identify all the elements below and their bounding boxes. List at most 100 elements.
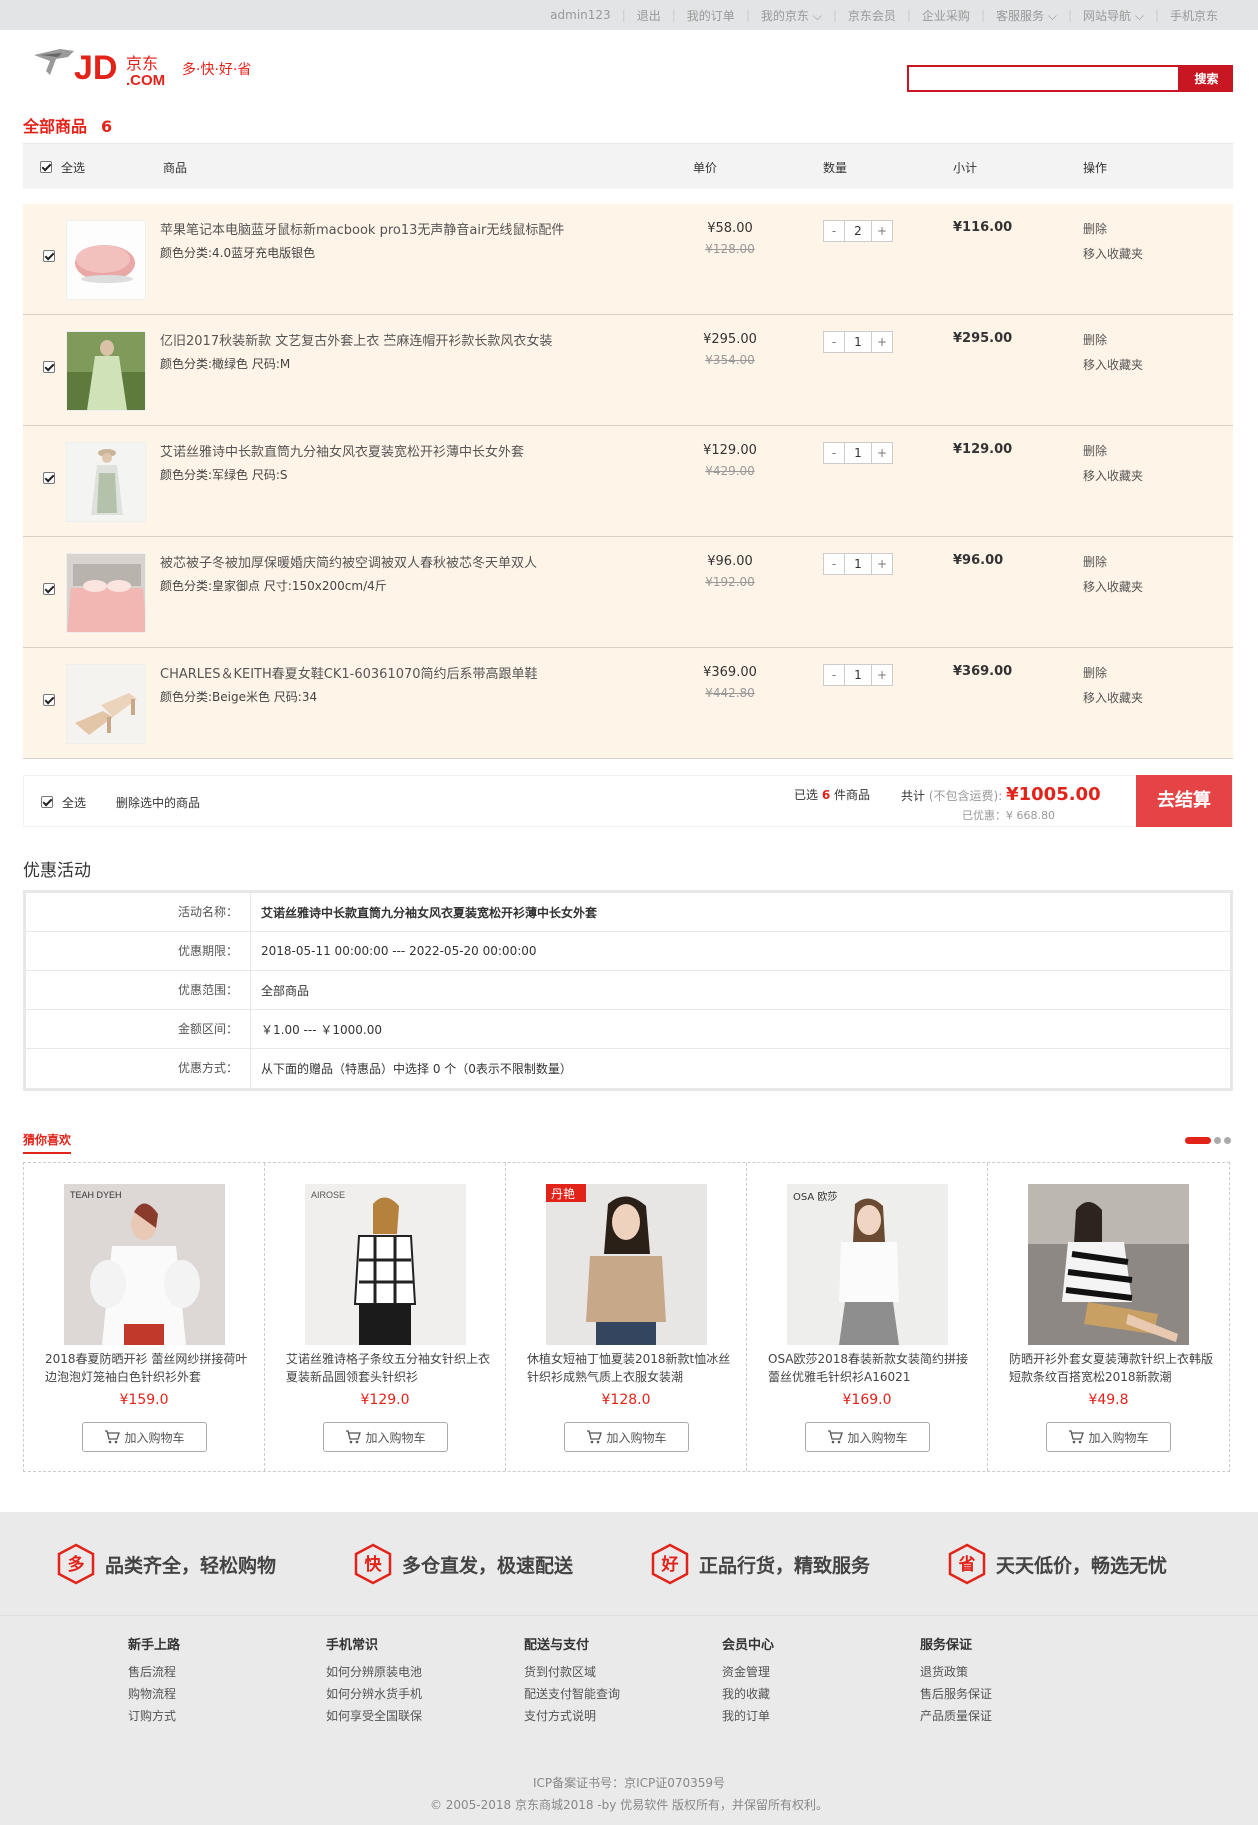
top-link-enterprise[interactable]: 企业采购 [911,7,981,24]
jd-dog-logo-icon: JD 京东 .COM 多·快·好·省 [34,49,251,89]
recommend-name[interactable]: 2018春夏防晒开衫 蕾丝网纱拼接荷叶边泡泡灯笼袖白色针织衫外套 [45,1350,249,1386]
row-checkbox[interactable] [43,583,55,595]
qty-value[interactable]: 1 [844,665,872,685]
recommend-name[interactable]: 休植女短袖丁恤夏装2018新款t恤冰丝针织衫成熟气质上衣服女装潮 [527,1350,731,1386]
footer-link[interactable]: 配送支付智能查询 [524,1683,722,1705]
recommend-image[interactable]: 丹艳 [546,1184,707,1345]
select-all-checkbox[interactable] [40,161,52,173]
top-link-jd-member[interactable]: 京东会员 [837,7,907,24]
top-link-my-orders[interactable]: 我的订单 [676,7,746,24]
move-to-favorites-link[interactable]: 移入收藏夹 [1083,356,1143,373]
bottom-select-all-checkbox[interactable] [41,796,53,808]
move-to-favorites-link[interactable]: 移入收藏夹 [1083,578,1143,595]
footer-link[interactable]: 资金管理 [722,1661,920,1683]
top-link-username[interactable]: admin123 [539,8,622,22]
row-checkbox[interactable] [43,472,55,484]
row-checkbox[interactable] [43,250,55,262]
qty-value[interactable]: 1 [844,443,872,463]
top-link-my-jd[interactable]: 我的京东 ⌵ [750,7,833,24]
qty-value[interactable]: 1 [844,554,872,574]
delete-link[interactable]: 删除 [1083,331,1107,348]
footer-link[interactable]: 如何分辨原装电池 [326,1661,524,1683]
top-link-logout[interactable]: 退出 [626,7,672,24]
product-name[interactable]: 被芯被子冬被加厚保暖婚庆简约被空调被双人春秋被芯冬天单双人 [160,552,537,571]
qty-value[interactable]: 2 [844,221,872,241]
promo-table: 活动名称： 艾诺丝雅诗中长款直筒九分袖女风衣夏装宽松开衫薄中长女外套 优惠期限： 2… [23,890,1233,1091]
carousel-dot[interactable] [1214,1137,1221,1144]
footer-link[interactable]: 订购方式 [128,1705,326,1727]
checkout-button[interactable]: 去结算 [1136,775,1232,827]
row-checkbox[interactable] [43,361,55,373]
footer-link[interactable]: 如何享受全国联保 [326,1705,524,1727]
cart-row: 被芯被子冬被加厚保暖婚庆简约被空调被双人春秋被芯冬天单双人 颜色分类:皇家御点 … [23,537,1233,648]
add-to-cart-button[interactable]: 加入购物车 [323,1422,448,1452]
footer-link[interactable]: 购物流程 [128,1683,326,1705]
footer-link[interactable]: 如何分辨水货手机 [326,1683,524,1705]
delete-link[interactable]: 删除 [1083,664,1107,681]
delete-selected-link[interactable]: 删除选中的商品 [116,794,200,811]
header-select-all[interactable]: 全选 [61,159,85,176]
recommend-image[interactable]: TEAH DYEH [64,1184,225,1345]
qty-minus-button[interactable]: - [824,554,844,574]
qty-minus-button[interactable]: - [824,443,844,463]
recommend-name[interactable]: 防晒开衫外套女夏装薄款针织上衣韩版短款条纹百搭宽松2018新款潮 [1009,1350,1213,1386]
qty-value[interactable]: 1 [844,332,872,352]
footer-link[interactable]: 我的收藏 [722,1683,920,1705]
recommend-name[interactable]: OSA欧莎2018春装新款女装简约拼接蕾丝优雅毛针织衫A16021 [768,1350,972,1386]
product-name[interactable]: CHARLES＆KEITH春夏女鞋CK1-60361070简约后系带高跟单鞋 [160,663,538,682]
product-image-heels[interactable] [66,664,146,744]
top-link-customer-service[interactable]: 客服服务 ⌵ [985,7,1068,24]
move-to-favorites-link[interactable]: 移入收藏夹 [1083,245,1143,262]
move-to-favorites-link[interactable]: 移入收藏夹 [1083,467,1143,484]
add-to-cart-button[interactable]: 加入购物车 [82,1422,207,1452]
qty-plus-button[interactable]: + [872,554,892,574]
slogan-item: 快 多仓直发，极速配送 [354,1512,651,1616]
search-input[interactable] [907,65,1180,92]
product-name[interactable]: 苹果笔记本电脑蓝牙鼠标新macbook pro13无声静音air无线鼠标配件 [160,219,564,238]
delete-link[interactable]: 删除 [1083,220,1107,237]
add-to-cart-button[interactable]: 加入购物车 [564,1422,689,1452]
qty-plus-button[interactable]: + [872,332,892,352]
add-to-cart-button[interactable]: 加入购物车 [1046,1422,1171,1452]
footer-link[interactable]: 售后流程 [128,1661,326,1683]
carousel-dot-active[interactable] [1185,1137,1211,1144]
product-image-quilt[interactable] [66,553,146,633]
recommend-image[interactable] [1028,1184,1189,1345]
qty-minus-button[interactable]: - [824,665,844,685]
qty-minus-button[interactable]: - [824,332,844,352]
move-to-favorites-link[interactable]: 移入收藏夹 [1083,689,1143,706]
delete-link[interactable]: 删除 [1083,442,1107,459]
search-button[interactable]: 搜索 [1180,65,1233,92]
footer-link[interactable]: 我的订单 [722,1705,920,1727]
recommend-image[interactable]: OSA 欧莎 [787,1184,948,1345]
recommend-image[interactable]: AIROSE [305,1184,466,1345]
product-name[interactable]: 艾诺丝雅诗中长款直筒九分袖女风衣夏装宽松开衫薄中长女外套 [160,441,524,460]
qty-plus-button[interactable]: + [872,443,892,463]
svg-text:好: 好 [661,1554,679,1575]
footer-column: 新手上路 售后流程 购物流程 订购方式 [128,1634,326,1727]
carousel-dots [1185,1137,1231,1144]
jd-logo[interactable]: JD 京东 .COM 多·快·好·省 [30,45,290,90]
recommend-price: ¥128.0 [601,1392,651,1408]
qty-minus-button[interactable]: - [824,221,844,241]
carousel-dot[interactable] [1224,1137,1231,1144]
product-image-dress-coat[interactable] [66,442,146,522]
bottom-select-all-label[interactable]: 全选 [62,794,86,811]
top-link-mobile-jd[interactable]: 手机京东 [1159,7,1229,24]
delete-link[interactable]: 删除 [1083,553,1107,570]
product-image-mouse[interactable] [66,220,146,300]
product-name[interactable]: 亿旧2017秋装新款 文艺复古外套上衣 苎麻连帽开衫款长款风衣女装 [160,330,552,349]
row-checkbox[interactable] [43,694,55,706]
recommend-price: ¥169.0 [842,1392,892,1408]
qty-plus-button[interactable]: + [872,665,892,685]
product-image-coat[interactable] [66,331,146,411]
footer-link[interactable]: 退货政策 [920,1661,1118,1683]
qty-plus-button[interactable]: + [872,221,892,241]
footer-link[interactable]: 售后服务保证 [920,1683,1118,1705]
add-to-cart-button[interactable]: 加入购物车 [805,1422,930,1452]
footer-link[interactable]: 货到付款区域 [524,1661,722,1683]
recommend-name[interactable]: 艾诺丝雅诗格子条纹五分袖女针织上衣夏装新品圆领套头针织衫 [286,1350,490,1386]
footer-link[interactable]: 产品质量保证 [920,1705,1118,1727]
top-link-site-nav[interactable]: 网站导航 ⌵ [1072,7,1155,24]
footer-link[interactable]: 支付方式说明 [524,1705,722,1727]
